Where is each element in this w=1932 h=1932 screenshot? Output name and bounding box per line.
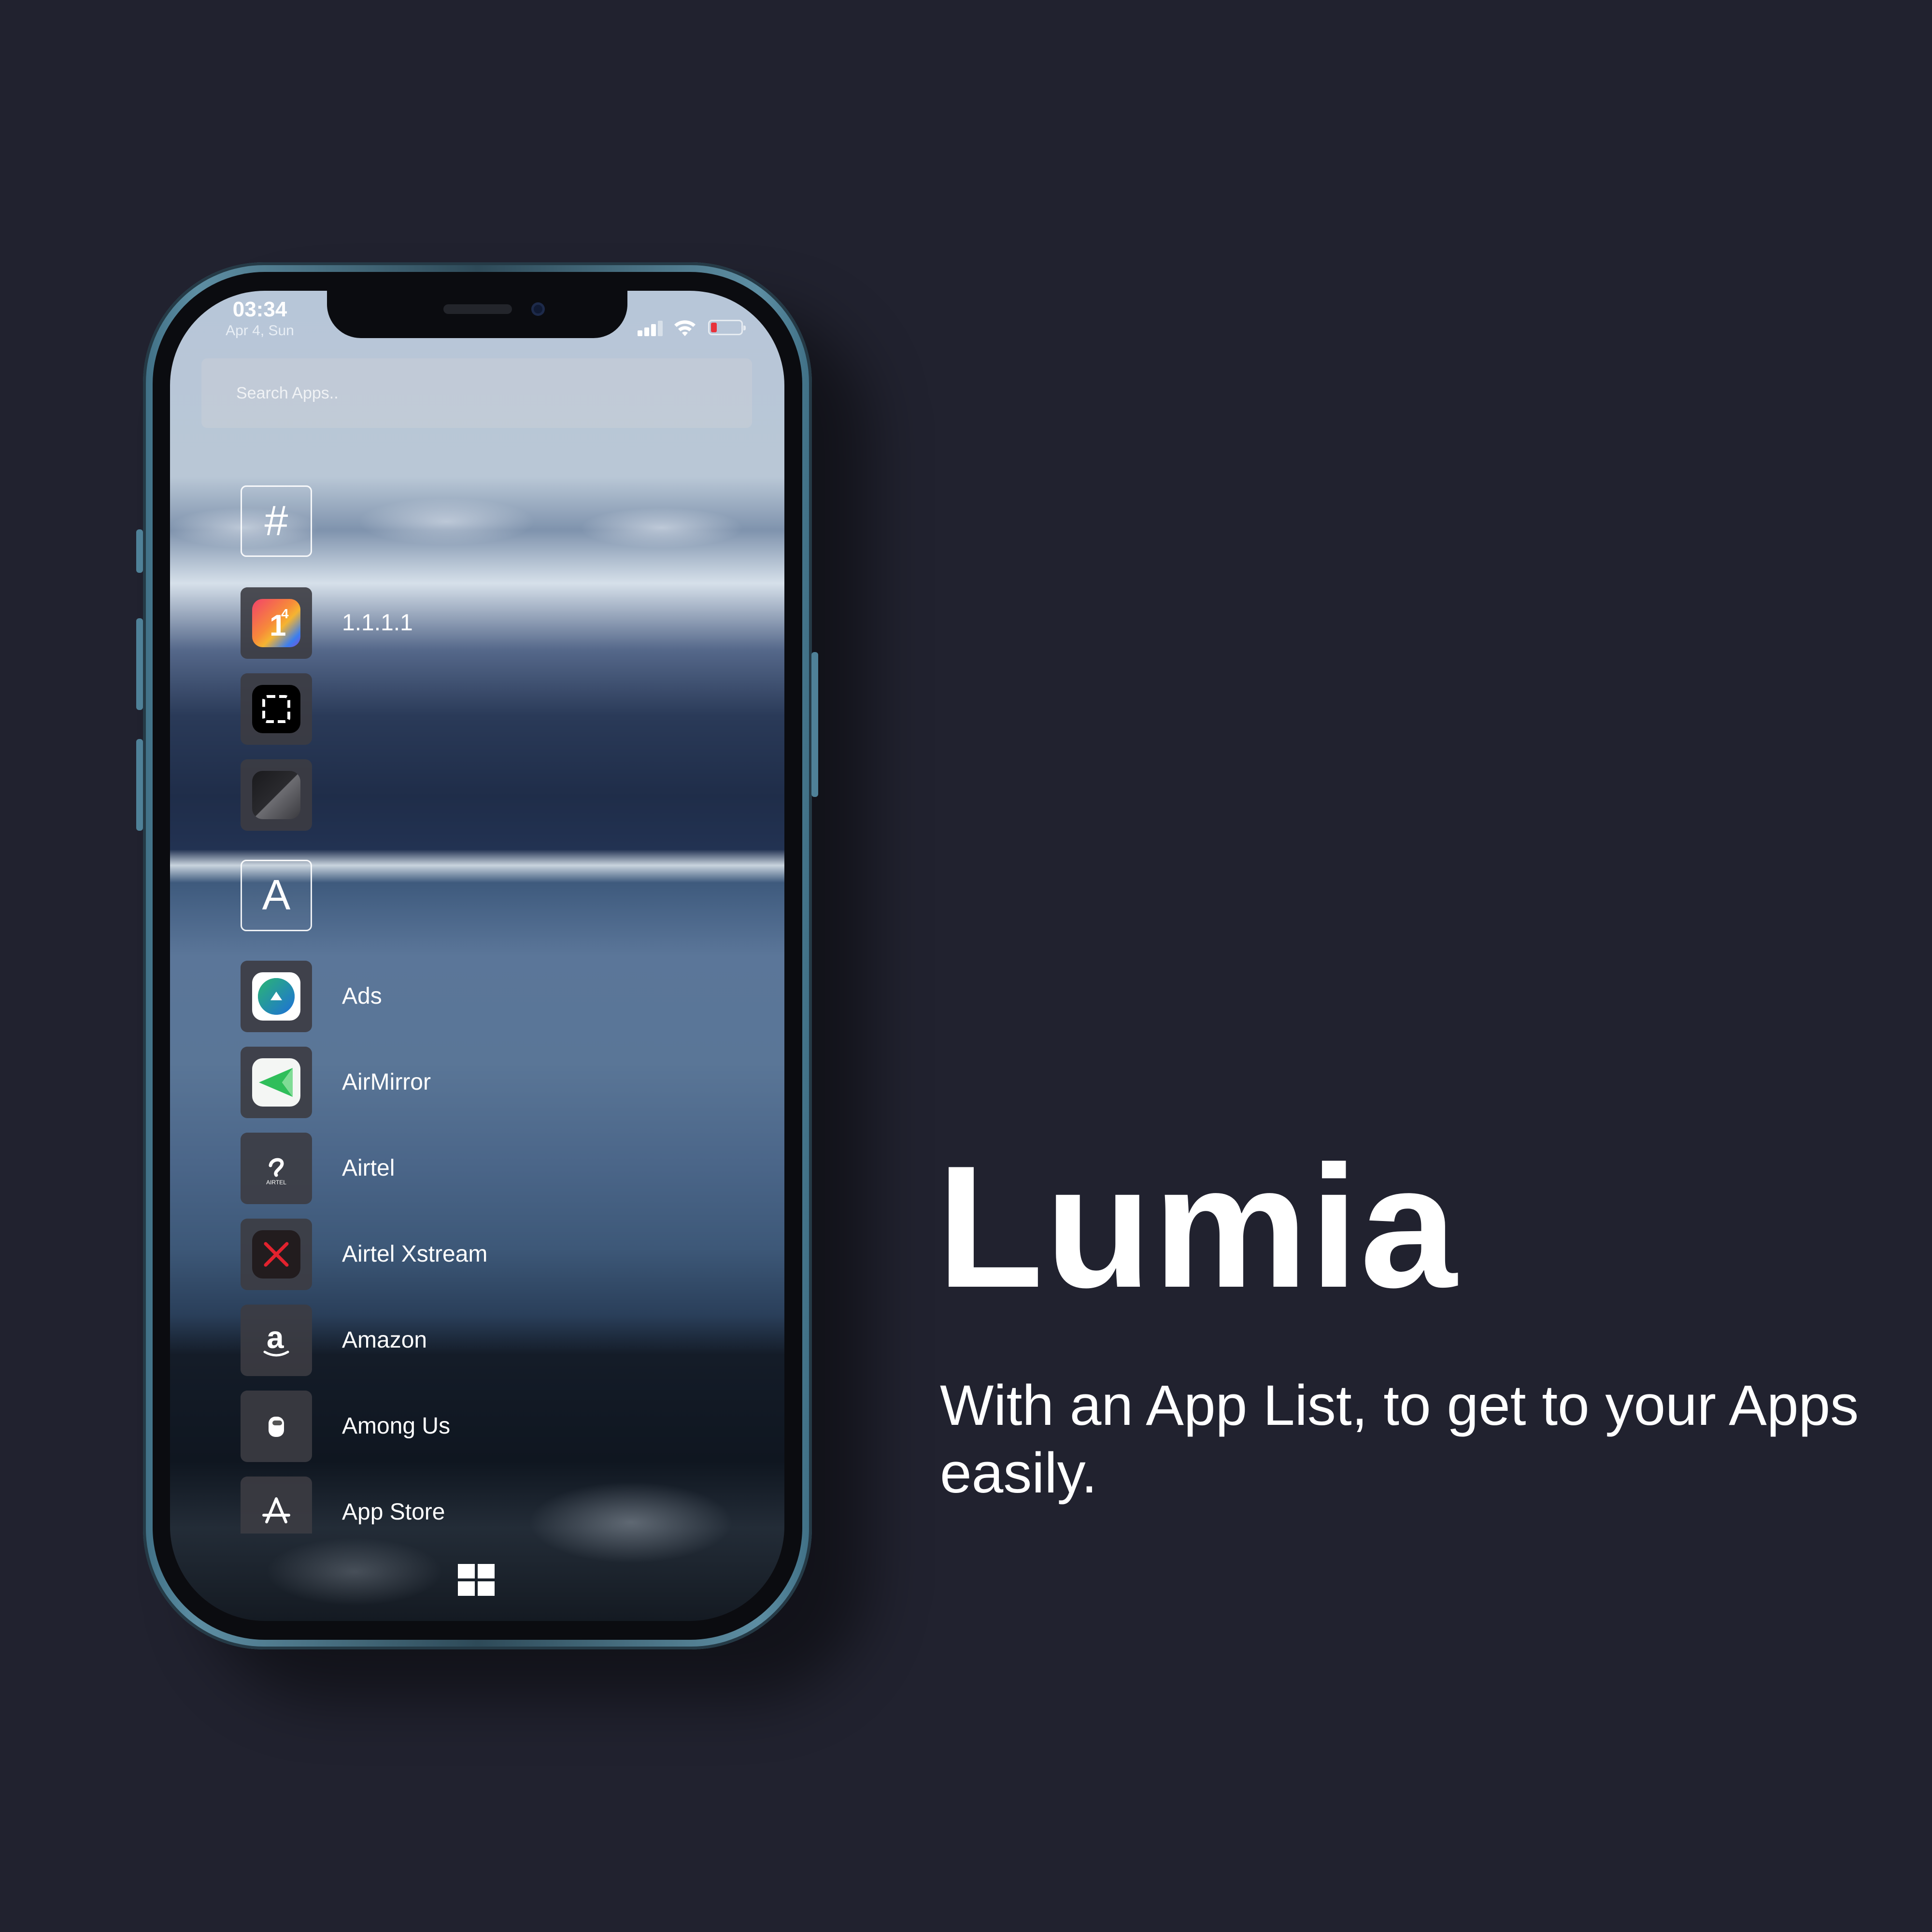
app-label: Among Us bbox=[342, 1413, 451, 1439]
app-tile: a bbox=[241, 1305, 312, 1376]
app-tile bbox=[241, 1047, 312, 1118]
airtel-icon-text: AIRTEL bbox=[266, 1179, 286, 1186]
app-tile bbox=[241, 961, 312, 1032]
windows-logo-icon[interactable] bbox=[458, 1564, 495, 1596]
app-item-airtel[interactable]: AIRTEL Airtel bbox=[241, 1133, 724, 1204]
svg-text:a: a bbox=[267, 1320, 284, 1355]
app-tile bbox=[241, 673, 312, 745]
app-label: Ads bbox=[342, 983, 382, 1009]
status-time: 03:34 bbox=[232, 298, 287, 321]
app-tile bbox=[241, 759, 312, 831]
among-us-icon bbox=[252, 1402, 300, 1450]
amazon-icon: a bbox=[252, 1316, 300, 1364]
svg-text:4: 4 bbox=[281, 606, 289, 621]
app-item-airtel-xstream[interactable]: Airtel Xstream bbox=[241, 1219, 724, 1290]
battery-level bbox=[711, 323, 717, 332]
app-tile: AIRTEL bbox=[241, 1133, 312, 1204]
one-one-one-one-icon: 14 bbox=[252, 599, 300, 647]
notch bbox=[327, 291, 627, 338]
dark-gradient-app-icon bbox=[252, 771, 300, 819]
action-button bbox=[136, 529, 143, 573]
promo-subtitle: With an App List, to get to your Apps ea… bbox=[940, 1374, 1859, 1505]
power-button bbox=[811, 652, 818, 797]
app-label: App Store bbox=[342, 1499, 445, 1525]
app-item-1111[interactable]: 14 1.1.1.1 bbox=[241, 587, 724, 659]
app-label: Airtel Xstream bbox=[342, 1241, 488, 1267]
battery-icon bbox=[708, 320, 746, 335]
app-label: AirMirror bbox=[342, 1069, 431, 1095]
screenshot-frame-icon bbox=[252, 685, 300, 733]
earpiece-speaker bbox=[443, 304, 512, 314]
wifi-icon bbox=[673, 318, 696, 340]
app-item-dark-gradient[interactable] bbox=[241, 759, 724, 831]
app-item-ads[interactable]: Ads bbox=[241, 961, 724, 1032]
app-tile bbox=[241, 1219, 312, 1290]
promo-title: Lumia bbox=[937, 1130, 1459, 1324]
volume-down-button bbox=[136, 739, 143, 831]
app-tile: 14 bbox=[241, 587, 312, 659]
app-store-icon bbox=[252, 1488, 300, 1536]
airmirror-icon bbox=[252, 1058, 300, 1107]
app-tile bbox=[241, 1477, 312, 1534]
search-input[interactable]: Search Apps.. bbox=[201, 358, 752, 428]
status-date: Apr 4, Sun bbox=[226, 323, 294, 339]
airtel-xstream-icon bbox=[252, 1230, 300, 1279]
app-tile bbox=[241, 1391, 312, 1462]
ads-icon bbox=[252, 972, 300, 1021]
volume-up-button bbox=[136, 618, 143, 710]
app-item-amazon[interactable]: a Amazon bbox=[241, 1305, 724, 1376]
app-item-screenshot[interactable] bbox=[241, 673, 724, 745]
app-label: Amazon bbox=[342, 1327, 427, 1353]
airtel-icon: AIRTEL bbox=[252, 1144, 300, 1193]
cellular-signal-icon bbox=[638, 321, 665, 336]
section-header-hash[interactable]: # bbox=[241, 485, 312, 557]
app-label: 1.1.1.1 bbox=[342, 610, 413, 636]
app-item-among-us[interactable]: Among Us bbox=[241, 1391, 724, 1462]
front-camera bbox=[531, 302, 545, 316]
app-label: Airtel bbox=[342, 1155, 395, 1181]
app-item-app-store[interactable]: App Store bbox=[241, 1477, 724, 1548]
app-item-airmirror[interactable]: AirMirror bbox=[241, 1047, 724, 1118]
section-header-a[interactable]: A bbox=[241, 860, 312, 931]
